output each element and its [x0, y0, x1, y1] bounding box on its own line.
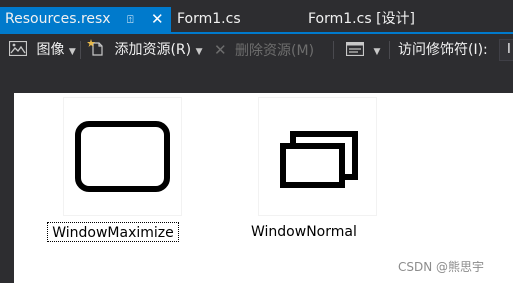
toolbar-separator: [389, 41, 390, 59]
resource-name-label[interactable]: WindowNormal: [251, 222, 357, 242]
access-modifier-label: 访问修饰符(I):: [398, 42, 488, 58]
tab-form1-cs[interactable]: Form1.cs: [177, 7, 241, 32]
resource-type-dropdown[interactable]: 图像 ▼: [8, 34, 76, 66]
chevron-down-icon: ▼: [373, 47, 381, 57]
document-tab-strip: Resources.resx ⍐ ✕ Form1.cs Form1.cs [设计…: [0, 0, 513, 32]
chevron-down-icon: ▼: [195, 47, 203, 57]
list-view-icon: [345, 41, 365, 57]
toolbar-separator: [333, 41, 334, 59]
access-modifier-select[interactable]: I: [499, 39, 513, 61]
toolbar-separator: [80, 41, 81, 59]
resource-name-label[interactable]: WindowMaximize: [47, 222, 179, 242]
tab-resources-resx[interactable]: Resources.resx ⍐ ✕: [0, 7, 171, 32]
resource-toolbar: 图像 ▼ 添加资源(R) ▼ ✕ 删除资源(M) ▼ 访问修饰符(I): I: [0, 34, 513, 66]
tab-form1-designer[interactable]: Form1.cs [设计]: [308, 7, 415, 32]
pin-icon[interactable]: ⍐: [127, 7, 134, 32]
delete-resource-button[interactable]: ✕ 删除资源(M): [214, 34, 314, 66]
watermark-text: CSDN @熊思宇: [398, 260, 485, 274]
add-resource-button[interactable]: 添加资源(R) ▼: [86, 34, 202, 66]
image-icon: [8, 40, 28, 57]
resource-thumbnail-window-normal[interactable]: [258, 97, 377, 216]
window-maximize-icon: [75, 121, 170, 192]
delete-icon: ✕: [214, 41, 227, 59]
add-resource-icon: [87, 39, 103, 56]
tab-label: Form1.cs: [177, 11, 241, 27]
delete-resource-label: 删除资源(M): [235, 43, 315, 59]
close-icon[interactable]: ✕: [151, 7, 164, 32]
add-resource-label: 添加资源(R): [114, 42, 192, 58]
tab-label: Form1.cs [设计]: [308, 11, 415, 27]
view-mode-dropdown[interactable]: ▼: [345, 34, 381, 66]
resource-type-label: 图像: [36, 42, 65, 58]
window-restore-icon: [280, 131, 358, 188]
chevron-down-icon: ▼: [68, 47, 76, 57]
tab-label: Resources.resx: [5, 11, 111, 27]
resource-thumbnail-window-maximize[interactable]: [63, 97, 182, 216]
